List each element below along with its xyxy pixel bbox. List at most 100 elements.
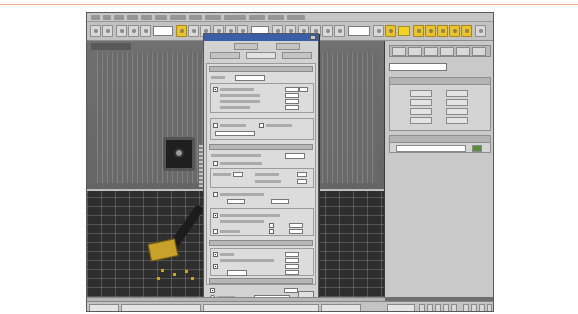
- tab-processing[interactable]: [246, 52, 276, 59]
- redo-icon[interactable]: [102, 25, 113, 37]
- menu-file[interactable]: [91, 15, 100, 20]
- play-icon[interactable]: [435, 304, 441, 311]
- align-icon[interactable]: [385, 25, 396, 37]
- menu-rendering[interactable]: [249, 15, 265, 20]
- auto-key-field[interactable]: [387, 304, 415, 311]
- menu-edit[interactable]: [103, 15, 111, 20]
- interpolate-spinner[interactable]: [285, 105, 299, 110]
- max-sampling-radius-checkbox[interactable]: [213, 264, 218, 269]
- tab-render-elements[interactable]: [282, 52, 312, 59]
- spinner-snap-icon[interactable]: [334, 25, 345, 37]
- object-button[interactable]: [410, 99, 432, 106]
- rollout-title[interactable]: [390, 78, 490, 85]
- filter-size-spinner[interactable]: [285, 270, 299, 275]
- dialog-title-bar[interactable]: [204, 34, 318, 41]
- rollout-title[interactable]: [390, 136, 490, 143]
- curve-editor-icon[interactable]: [413, 25, 424, 37]
- percent-snap-icon[interactable]: [322, 25, 333, 37]
- tab-renderer[interactable]: [276, 43, 300, 50]
- utilities-tab-icon[interactable]: [472, 47, 486, 56]
- select-by-name-icon[interactable]: [188, 25, 199, 37]
- orbit-icon[interactable]: [479, 304, 485, 311]
- object-button[interactable]: [446, 117, 468, 124]
- rollout-global-illumination[interactable]: [209, 278, 313, 284]
- object-button[interactable]: [446, 90, 468, 97]
- menu-graph-editors[interactable]: [224, 15, 246, 20]
- undo-icon[interactable]: [90, 25, 101, 37]
- object-button[interactable]: [410, 90, 432, 97]
- rollout-advanced[interactable]: [209, 144, 313, 150]
- display-tab-icon[interactable]: [456, 47, 470, 56]
- min-radius-spinner[interactable]: [289, 229, 303, 234]
- stop-spinner[interactable]: [271, 199, 289, 204]
- menu-modifiers[interactable]: [170, 15, 186, 20]
- hierarchy-tab-icon[interactable]: [424, 47, 438, 56]
- rollout-caustics[interactable]: [209, 240, 313, 246]
- max-refractions-spinner[interactable]: [297, 179, 307, 184]
- max-depth-spinner[interactable]: [233, 172, 243, 177]
- menu-tools[interactable]: [114, 15, 124, 20]
- gi-multiplier-spinner[interactable]: [284, 288, 298, 293]
- render-setup-icon[interactable]: [449, 25, 460, 37]
- next-frame-icon[interactable]: [443, 304, 449, 311]
- motion-tab-icon[interactable]: [440, 47, 454, 56]
- object-color-swatch[interactable]: [472, 145, 482, 152]
- maxscript-listener-field[interactable]: [89, 304, 119, 311]
- photons-per-sample-spinner[interactable]: [285, 258, 299, 263]
- menu-group[interactable]: [127, 15, 138, 20]
- go-to-start-icon[interactable]: [419, 304, 425, 311]
- schematic-view-icon[interactable]: [425, 25, 436, 37]
- previous-frame-icon[interactable]: [427, 304, 433, 311]
- preset-dropdown[interactable]: [235, 75, 265, 81]
- tab-indirect-illumination[interactable]: [210, 52, 240, 59]
- max-sampling-radius-spinner[interactable]: [285, 264, 299, 269]
- select-link-icon[interactable]: [116, 25, 127, 37]
- rays-spinner[interactable]: [285, 99, 299, 104]
- material-editor-icon[interactable]: [437, 25, 448, 37]
- menu-customize[interactable]: [268, 15, 284, 20]
- close-icon[interactable]: [310, 35, 316, 40]
- use-radius-interpolation-checkbox[interactable]: [213, 213, 218, 218]
- object-button[interactable]: [446, 108, 468, 115]
- object-button[interactable]: [410, 108, 432, 115]
- use-falloff-checkbox[interactable]: [213, 192, 218, 197]
- object-button[interactable]: [446, 99, 468, 106]
- quick-render-icon[interactable]: [461, 25, 472, 37]
- draft-mode-checkbox[interactable]: [213, 161, 218, 166]
- multiplier-spinner[interactable]: [285, 87, 299, 92]
- maximize-viewport-icon[interactable]: [487, 304, 492, 311]
- noise-filtering-dropdown[interactable]: [285, 153, 305, 159]
- enable-final-gather-checkbox[interactable]: [213, 87, 218, 92]
- menu-create[interactable]: [155, 15, 167, 20]
- bind-space-warp-icon[interactable]: [140, 25, 151, 37]
- start-spinner[interactable]: [227, 199, 245, 204]
- mirror-icon[interactable]: [373, 25, 384, 37]
- named-selection-sets-field[interactable]: [348, 26, 370, 36]
- bounces-field[interactable]: [215, 131, 255, 136]
- draft-mode-checkbox[interactable]: [259, 123, 264, 128]
- layer-manager-icon[interactable]: [398, 26, 410, 36]
- modify-tab-icon[interactable]: [408, 47, 422, 56]
- enable-caustics-checkbox[interactable]: [213, 252, 218, 257]
- viewport-label[interactable]: [91, 43, 131, 50]
- object-type-dropdown[interactable]: [389, 63, 447, 71]
- select-object-icon[interactable]: [176, 25, 187, 37]
- menu-views[interactable]: [141, 15, 152, 20]
- radius-spinner[interactable]: [289, 223, 303, 228]
- color-swatch[interactable]: [299, 87, 308, 92]
- min-radius-checkbox[interactable]: [269, 229, 274, 234]
- filter-dropdown[interactable]: [227, 270, 247, 276]
- menu-reactor[interactable]: [189, 15, 202, 20]
- density-spinner[interactable]: [285, 93, 299, 98]
- enable-gi-checkbox[interactable]: [210, 288, 215, 293]
- tab-common[interactable]: [234, 43, 258, 50]
- object-button[interactable]: [410, 117, 432, 124]
- rollout-final-gather[interactable]: [209, 66, 313, 72]
- noise-filter-checkbox[interactable]: [213, 123, 218, 128]
- object-name-field[interactable]: [396, 145, 466, 152]
- selection-filter-dropdown[interactable]: [153, 26, 173, 36]
- unlink-icon[interactable]: [128, 25, 139, 37]
- menu-animation[interactable]: [205, 15, 221, 20]
- create-tab-icon[interactable]: [392, 47, 406, 56]
- menu-maxscript[interactable]: [287, 15, 305, 20]
